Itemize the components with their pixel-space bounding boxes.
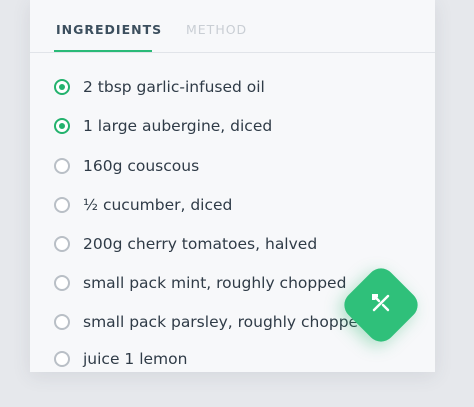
- ingredient-label: 160g couscous: [83, 157, 200, 175]
- ingredient-checkbox[interactable]: [54, 236, 70, 252]
- utensils-crossed-icon: [372, 294, 390, 312]
- ingredient-checkbox[interactable]: [54, 197, 70, 213]
- ingredient-label: 200g cherry tomatoes, halved: [83, 235, 318, 253]
- ingredient-checkbox[interactable]: [54, 314, 70, 330]
- ingredient-item[interactable]: 2 tbsp garlic-infused oil: [54, 75, 265, 99]
- ingredient-item[interactable]: small pack mint, roughly chopped: [54, 271, 346, 295]
- ingredient-item[interactable]: 200g cherry tomatoes, halved: [54, 232, 317, 256]
- tab-method[interactable]: METHOD: [186, 22, 247, 37]
- ingredient-label: 1 large aubergine, diced: [83, 117, 273, 135]
- ingredient-item[interactable]: 160g couscous: [54, 154, 199, 178]
- ingredient-label: ½ cucumber, diced: [83, 196, 233, 214]
- ingredient-checkbox[interactable]: [54, 275, 70, 291]
- ingredient-item[interactable]: 1 large aubergine, diced: [54, 114, 272, 138]
- ingredient-item[interactable]: small pack parsley, roughly chopped: [54, 310, 368, 334]
- tab-ingredients[interactable]: INGREDIENTS: [56, 22, 162, 37]
- ingredient-checkbox[interactable]: [54, 158, 70, 174]
- active-tab-indicator: [54, 50, 152, 52]
- tab-bar: INGREDIENTS METHOD: [30, 0, 435, 53]
- ingredient-label: 2 tbsp garlic-infused oil: [83, 78, 265, 96]
- ingredient-checkbox[interactable]: [54, 79, 70, 95]
- ingredient-item[interactable]: juice 1 lemon: [54, 347, 187, 371]
- ingredient-label: small pack parsley, roughly chopped: [83, 313, 368, 331]
- ingredient-checkbox[interactable]: [54, 118, 70, 134]
- ingredient-item[interactable]: ½ cucumber, diced: [54, 193, 232, 217]
- ingredient-label: small pack mint, roughly chopped: [83, 274, 347, 292]
- ingredient-checkbox[interactable]: [54, 351, 70, 367]
- ingredient-label: juice 1 lemon: [83, 350, 188, 368]
